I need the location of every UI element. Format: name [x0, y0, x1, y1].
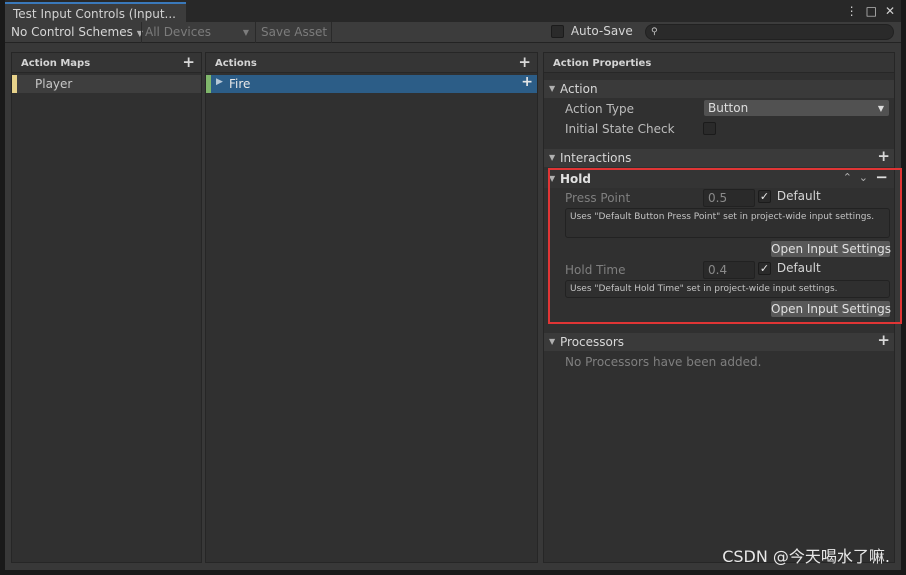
processors-empty-message: No Processors have been added. — [565, 355, 762, 369]
control-schemes-label: No Control Schemes — [11, 25, 133, 39]
initial-state-checkbox[interactable] — [703, 122, 716, 135]
input-actions-window: Test Input Controls (Input... ⋮ □ ✕ No C… — [5, 0, 902, 570]
add-interaction-icon[interactable]: + — [877, 147, 890, 165]
action-map-label: Player — [35, 77, 73, 91]
control-schemes-dropdown[interactable]: No Control Schemes ▼ — [11, 25, 143, 39]
interactions-section-title: Interactions — [560, 151, 632, 165]
processors-section-title: Processors — [560, 335, 625, 349]
action-maps-header: Action Maps + — [12, 53, 201, 73]
toolbar-divider — [331, 22, 332, 43]
action-properties-header: Action Properties — [544, 53, 894, 73]
actions-header: Actions + — [206, 53, 537, 73]
devices-dropdown[interactable]: All Devices ▼ — [145, 25, 253, 39]
auto-save-label: Auto-Save — [570, 24, 633, 38]
title-bar: Test Input Controls (Input... ⋮ □ ✕ — [5, 0, 901, 22]
collapse-arrow-icon[interactable]: ▼ — [549, 153, 555, 162]
add-processor-icon[interactable]: + — [877, 331, 890, 349]
add-binding-icon[interactable]: + — [521, 74, 533, 90]
action-color-swatch — [206, 75, 211, 93]
dropdown-arrow-icon: ▼ — [242, 28, 249, 37]
action-label: Fire — [229, 77, 251, 91]
auto-save-toggle[interactable]: Auto-Save — [551, 24, 633, 38]
action-maps-title: Action Maps — [21, 58, 91, 69]
actions-title: Actions — [215, 58, 257, 69]
toolbar-divider — [141, 22, 142, 43]
action-type-label: Action Type — [565, 102, 634, 116]
highlight-annotation-box — [548, 168, 902, 324]
action-item-fire[interactable]: ▶ Fire + — [206, 74, 537, 93]
action-map-color-swatch — [12, 75, 17, 93]
processors-section-header[interactable]: ▼ Processors + — [544, 331, 894, 351]
action-map-item-player[interactable]: Player — [12, 75, 201, 93]
action-properties-title: Action Properties — [553, 58, 652, 69]
watermark: CSDN @今天喝水了嘛. — [722, 547, 890, 566]
action-type-dropdown[interactable]: Button ▼ — [703, 99, 890, 117]
dropdown-arrow-icon: ▼ — [877, 104, 884, 113]
action-section-title: Action — [560, 82, 598, 96]
auto-save-checkbox[interactable] — [551, 25, 564, 38]
window-controls: ⋮ □ ✕ — [846, 4, 895, 18]
toolbar: No Control Schemes ▼ All Devices ▼ Save … — [5, 22, 901, 43]
initial-state-check-label: Initial State Check — [565, 122, 675, 136]
add-action-icon[interactable]: + — [518, 53, 531, 71]
window-tab[interactable]: Test Input Controls (Input... — [5, 2, 186, 22]
action-section-header[interactable]: ▼ Action — [544, 80, 894, 98]
save-asset-button[interactable]: Save Asset — [261, 25, 327, 39]
collapse-arrow-icon[interactable]: ▼ — [549, 337, 555, 346]
interactions-section-header[interactable]: ▼ Interactions + — [544, 147, 894, 167]
action-maps-panel: Action Maps + Player — [11, 52, 202, 563]
action-type-value: Button — [708, 101, 749, 115]
search-icon: ⚲ — [651, 27, 658, 37]
toolbar-divider — [255, 22, 256, 43]
add-action-map-icon[interactable]: + — [182, 53, 195, 71]
collapse-arrow-icon[interactable]: ▼ — [549, 84, 555, 93]
actions-panel: Actions + ▶ Fire + — [205, 52, 538, 563]
close-icon[interactable]: ✕ — [885, 4, 895, 18]
expand-arrow-icon[interactable]: ▶ — [216, 77, 223, 87]
more-menu-icon[interactable]: ⋮ — [846, 4, 858, 18]
search-input[interactable]: ⚲ — [645, 24, 894, 40]
maximize-icon[interactable]: □ — [866, 4, 877, 18]
devices-label: All Devices — [145, 25, 211, 39]
